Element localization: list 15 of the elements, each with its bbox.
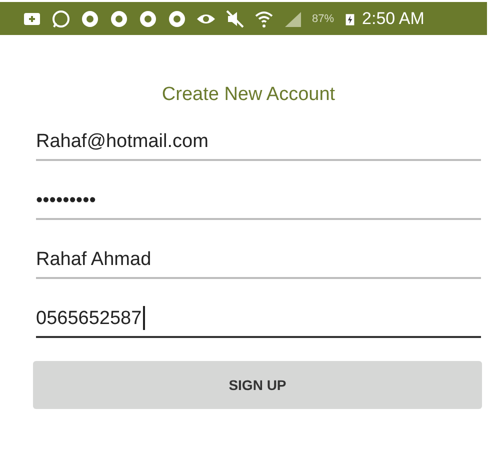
mute-icon [225, 8, 245, 28]
wifi-icon [254, 8, 274, 28]
page-title: Create New Account [160, 84, 336, 106]
input-field[interactable]: Rahaf@hotmail.com [36, 124, 481, 161]
clock: 2:50 AM [362, 8, 424, 28]
browser-icon [138, 8, 158, 28]
input-field[interactable]: 0565652587 [36, 301, 481, 338]
chat-icon [51, 8, 71, 28]
battery-percent: 87% [312, 12, 334, 24]
browser-icon [167, 8, 187, 28]
input-field[interactable]: ••••••••• [36, 183, 481, 220]
sign-up-button[interactable]: SIGN UP [33, 361, 482, 409]
input-field[interactable]: Rahaf Ahmad [36, 242, 481, 279]
browser-icon [109, 8, 129, 28]
browser-icon [80, 8, 100, 28]
